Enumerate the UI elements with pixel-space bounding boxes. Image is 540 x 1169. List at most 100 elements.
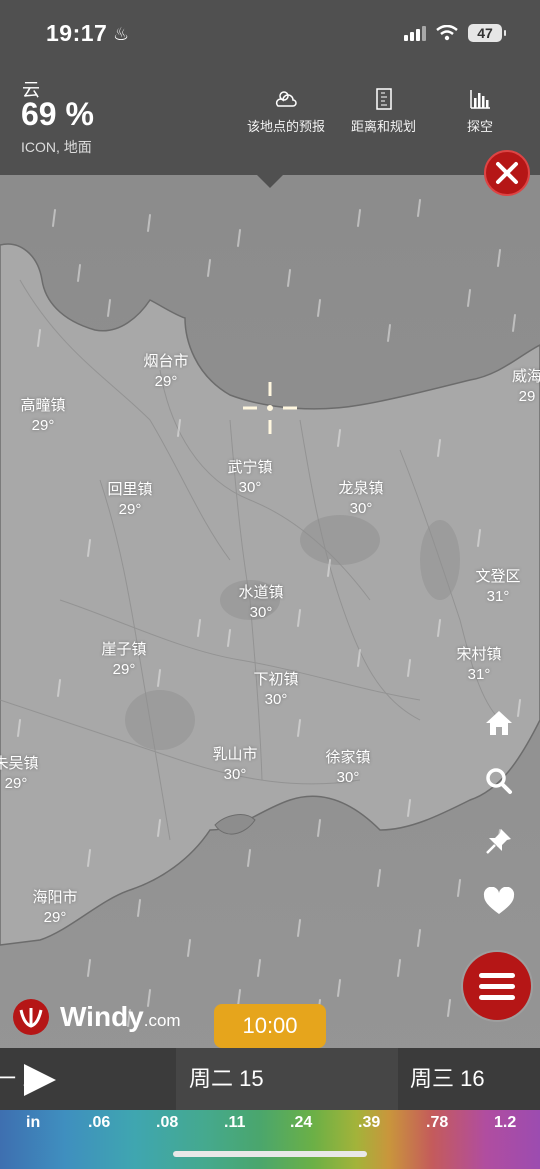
legend-value: .39 xyxy=(358,1114,381,1131)
rain-streak xyxy=(237,229,241,247)
windy-domain: .com xyxy=(143,1011,181,1030)
rain-streak xyxy=(147,214,151,232)
place-label[interactable]: 威海 29 xyxy=(512,367,540,407)
legend-value: .06 xyxy=(88,1114,111,1131)
model-source[interactable]: ICON, 地面 xyxy=(21,137,92,157)
layer-value: 69 % xyxy=(21,96,94,132)
rain-streak xyxy=(317,299,321,317)
bar-chart-icon xyxy=(470,90,490,109)
rain-streak xyxy=(297,919,301,937)
rain-streak xyxy=(512,314,516,332)
rain-streak xyxy=(447,999,451,1017)
search-button[interactable] xyxy=(480,762,518,800)
close-button[interactable] xyxy=(484,150,530,196)
rain-streak xyxy=(417,929,421,947)
rain-streak xyxy=(87,849,91,867)
windy-name: Windy xyxy=(60,1001,144,1032)
legend-value: .11 xyxy=(224,1114,246,1131)
place-label[interactable]: 下初镇 30° xyxy=(253,670,298,710)
rain-streak xyxy=(207,259,211,277)
rain-streak xyxy=(387,324,391,342)
search-icon xyxy=(486,768,512,794)
rain-streak xyxy=(287,269,291,287)
legend-value: .08 xyxy=(156,1114,179,1131)
rain-streak xyxy=(497,249,501,267)
timeline-bar[interactable]: 一 1 周二 15 周三 16 xyxy=(0,1048,540,1110)
rain-streak xyxy=(297,609,301,627)
wifi-icon xyxy=(436,25,458,41)
menu-button[interactable] xyxy=(463,952,531,1020)
place-label[interactable]: 朱吴镇 29° xyxy=(0,754,39,794)
rain-streak xyxy=(357,649,361,667)
place-label[interactable]: 武宁镇 30° xyxy=(227,458,272,498)
rain-streak xyxy=(417,199,421,217)
weather-forecast-icon xyxy=(275,91,297,107)
forecast-button[interactable]: 该地点的预报 xyxy=(247,88,325,135)
place-label[interactable]: 水道镇 30° xyxy=(238,583,283,623)
place-label[interactable]: 高疃镇 29° xyxy=(20,396,65,436)
rain-streak xyxy=(437,619,441,637)
place-label[interactable]: 乳山市 30° xyxy=(212,745,257,785)
rain-streak xyxy=(77,264,81,282)
place-label[interactable]: 烟台市 29° xyxy=(143,352,188,392)
rain-streak xyxy=(357,209,361,227)
rain-streak xyxy=(377,869,381,887)
rain-streak xyxy=(317,819,321,837)
favorite-button[interactable] xyxy=(480,882,518,920)
windy-logo[interactable]: Windy.com xyxy=(12,998,181,1036)
rain-streak xyxy=(477,529,481,547)
rain-streak xyxy=(407,659,411,677)
distance-label: 距离和规划 xyxy=(351,119,417,134)
place-label[interactable]: 崖子镇 29° xyxy=(101,640,146,680)
hamburger-icon xyxy=(479,973,515,1000)
rain-streak xyxy=(87,959,91,977)
sounding-button[interactable]: 探空 xyxy=(467,88,493,135)
rain-streak xyxy=(57,679,61,697)
rain-streak xyxy=(337,429,341,447)
play-icon[interactable] xyxy=(24,1064,56,1096)
rain-streak xyxy=(517,699,521,717)
rain-streak xyxy=(257,959,261,977)
rain-streak xyxy=(407,799,411,817)
close-icon xyxy=(496,162,518,184)
home-indicator xyxy=(173,1151,367,1157)
day-wed[interactable]: 周三 16 xyxy=(398,1048,540,1110)
rain-streak xyxy=(227,629,231,647)
place-label[interactable]: 回里镇 29° xyxy=(107,480,152,520)
rain-streak xyxy=(177,419,181,437)
rain-streak xyxy=(157,669,161,687)
rain-streak xyxy=(197,619,201,637)
heart-icon xyxy=(483,887,515,914)
place-label[interactable]: 文登区 31° xyxy=(475,567,520,607)
place-label[interactable]: 海阳市 29° xyxy=(32,888,77,928)
time-badge[interactable]: 10:00 xyxy=(214,1004,326,1058)
place-label[interactable]: 龙泉镇 30° xyxy=(338,479,383,519)
rain-streak xyxy=(137,899,141,917)
status-indicators: 47 xyxy=(404,24,506,42)
forecast-label: 该地点的预报 xyxy=(247,119,326,134)
battery-icon: 47 xyxy=(468,24,506,42)
rain-streak xyxy=(87,539,91,557)
distance-button[interactable]: 距离和规划 xyxy=(351,88,416,135)
rain-streak xyxy=(157,819,161,837)
sounding-label: 探空 xyxy=(467,119,494,134)
place-label[interactable]: 徐家镇 30° xyxy=(325,748,370,788)
pin-button[interactable] xyxy=(480,822,518,860)
rain-streak xyxy=(37,329,41,347)
ruler-icon xyxy=(375,88,392,110)
rain-streak xyxy=(467,289,471,307)
home-button[interactable] xyxy=(480,704,518,742)
day-tue[interactable]: 周二 15 xyxy=(176,1048,398,1110)
rain-streak xyxy=(17,719,21,737)
rain-streak xyxy=(457,879,461,897)
legend-value: .78 xyxy=(426,1114,449,1131)
info-bar: 云 69 % ICON, 地面 该地点的预报 距离和规划 探空 xyxy=(0,70,540,175)
rain-streak xyxy=(297,719,301,737)
precip-legend[interactable]: in .06 .08 .11 .24 .39 .78 1.2 xyxy=(0,1110,540,1169)
pin-icon xyxy=(486,829,511,854)
home-icon xyxy=(486,711,512,735)
windy-logo-icon xyxy=(13,999,49,1035)
rain-streak xyxy=(437,439,441,457)
legend-value: .24 xyxy=(290,1114,313,1131)
place-label[interactable]: 宋村镇 31° xyxy=(456,645,501,685)
